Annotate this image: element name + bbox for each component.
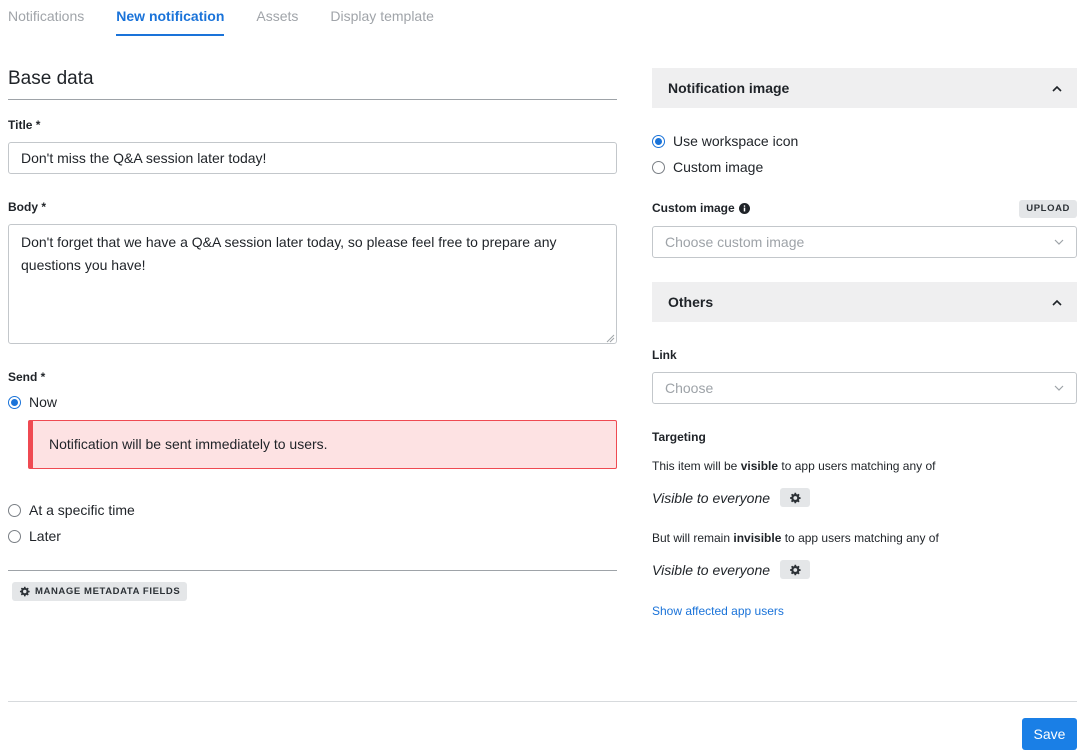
radio-unchecked-icon[interactable] — [8, 529, 21, 543]
visible-bold: visible — [740, 459, 779, 473]
send-specific-time-label: At a specific time — [29, 502, 135, 518]
send-now-alert: Notification will be sent immediately to… — [28, 420, 617, 469]
invisible-prefix: But will remain — [652, 531, 734, 545]
use-workspace-icon-label: Use workspace icon — [673, 133, 799, 149]
info-icon[interactable] — [738, 202, 750, 214]
visible-rule-settings-button[interactable] — [780, 488, 811, 507]
custom-image-option-label: Custom image — [673, 159, 764, 175]
footer-divider — [8, 701, 1077, 702]
tab-notifications[interactable]: Notifications — [8, 0, 84, 36]
radio-unchecked-icon[interactable] — [8, 503, 21, 517]
others-panel-header[interactable]: Others — [652, 282, 1077, 322]
gear-icon — [19, 586, 30, 597]
visible-rule-row: Visible to everyone — [652, 488, 811, 507]
invisible-rule-row: Visible to everyone — [652, 560, 811, 579]
radio-checked-icon[interactable] — [652, 134, 665, 148]
tab-bar: Notifications New notification Assets Di… — [8, 0, 434, 36]
custom-image-placeholder: Choose custom image — [665, 234, 805, 250]
send-later-option[interactable]: Later — [8, 525, 61, 547]
title-input[interactable]: Don't miss the Q&A session later today! — [8, 142, 617, 174]
gear-icon — [790, 492, 801, 503]
send-now-label: Now — [29, 394, 58, 410]
visible-description: This item will be visible to app users m… — [652, 459, 935, 473]
link-placeholder: Choose — [665, 380, 714, 396]
send-specific-time-option[interactable]: At a specific time — [8, 499, 135, 521]
visible-prefix: This item will be — [652, 459, 741, 473]
chevron-down-icon — [1054, 239, 1064, 245]
others-title: Others — [668, 294, 714, 310]
custom-image-label: Custom image — [652, 201, 735, 215]
send-later-label: Later — [29, 528, 61, 544]
upload-button[interactable]: UPLOAD — [1019, 200, 1077, 218]
visible-suffix: to app users matching any of — [778, 459, 936, 473]
radio-checked-icon[interactable] — [8, 395, 21, 409]
gear-icon — [790, 564, 801, 575]
notification-image-panel-header[interactable]: Notification image — [652, 68, 1077, 108]
custom-image-option[interactable]: Custom image — [652, 156, 763, 178]
resize-handle-icon[interactable] — [606, 334, 615, 343]
visible-rule-value: Visible to everyone — [652, 489, 771, 506]
radio-unchecked-icon[interactable] — [652, 160, 665, 174]
chevron-down-icon — [1054, 385, 1064, 391]
custom-image-label-row: Custom image — [652, 201, 750, 215]
body-label: Body * — [8, 200, 47, 214]
send-now-option[interactable]: Now — [8, 391, 57, 413]
show-affected-users-link[interactable]: Show affected app users — [652, 604, 784, 618]
tab-display-template[interactable]: Display template — [330, 0, 434, 36]
notification-image-title: Notification image — [668, 80, 790, 96]
custom-image-select[interactable]: Choose custom image — [652, 226, 1077, 258]
send-label: Send * — [8, 370, 46, 384]
invisible-suffix: to app users matching any of — [781, 531, 939, 545]
base-data-title: Base data — [8, 60, 617, 100]
tab-assets[interactable]: Assets — [256, 0, 298, 36]
manage-metadata-button[interactable]: MANAGE METADATA FIELDS — [12, 582, 188, 601]
link-label: Link — [652, 348, 677, 362]
chevron-up-icon[interactable] — [1037, 68, 1077, 108]
manage-metadata-label: MANAGE METADATA FIELDS — [35, 586, 181, 597]
link-select[interactable]: Choose — [652, 372, 1077, 404]
use-workspace-icon-option[interactable]: Use workspace icon — [652, 130, 798, 152]
targeting-label: Targeting — [652, 430, 706, 444]
divider — [8, 570, 617, 571]
chevron-up-icon[interactable] — [1037, 282, 1077, 322]
tab-new-notification[interactable]: New notification — [116, 0, 225, 36]
base-data-form: Base data Title * Don't miss the Q&A ses… — [8, 60, 617, 601]
invisible-rule-value: Visible to everyone — [652, 561, 771, 578]
body-textarea[interactable]: Don't forget that we have a Q&A session … — [8, 224, 617, 344]
invisible-rule-settings-button[interactable] — [780, 560, 811, 579]
invisible-bold: invisible — [733, 531, 782, 545]
invisible-description: But will remain invisible to app users m… — [652, 531, 939, 545]
save-button[interactable]: Save — [1022, 718, 1077, 750]
title-label: Title * — [8, 118, 41, 132]
